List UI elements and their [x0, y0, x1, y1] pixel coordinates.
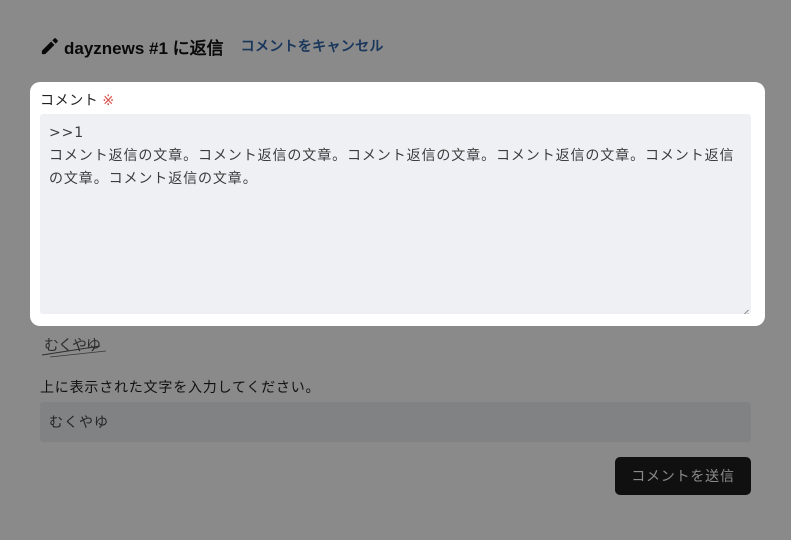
comment-spotlight-panel: コメント ※ >>1 コメント返信の文章。コメント返信の文章。コメント返信の文章。…: [30, 82, 765, 326]
resize-handle-icon[interactable]: [740, 303, 749, 314]
comment-text-line: >>1: [49, 125, 85, 141]
comment-textarea[interactable]: >>1 コメント返信の文章。コメント返信の文章。コメント返信の文章。コメント返信…: [40, 114, 751, 314]
comment-label-text: コメント: [40, 93, 99, 109]
comment-label: コメント ※: [40, 90, 115, 110]
comment-text-body: コメント返信の文章。コメント返信の文章。コメント返信の文章。コメント返信の文章。…: [49, 148, 735, 187]
required-mark: ※: [102, 93, 115, 109]
